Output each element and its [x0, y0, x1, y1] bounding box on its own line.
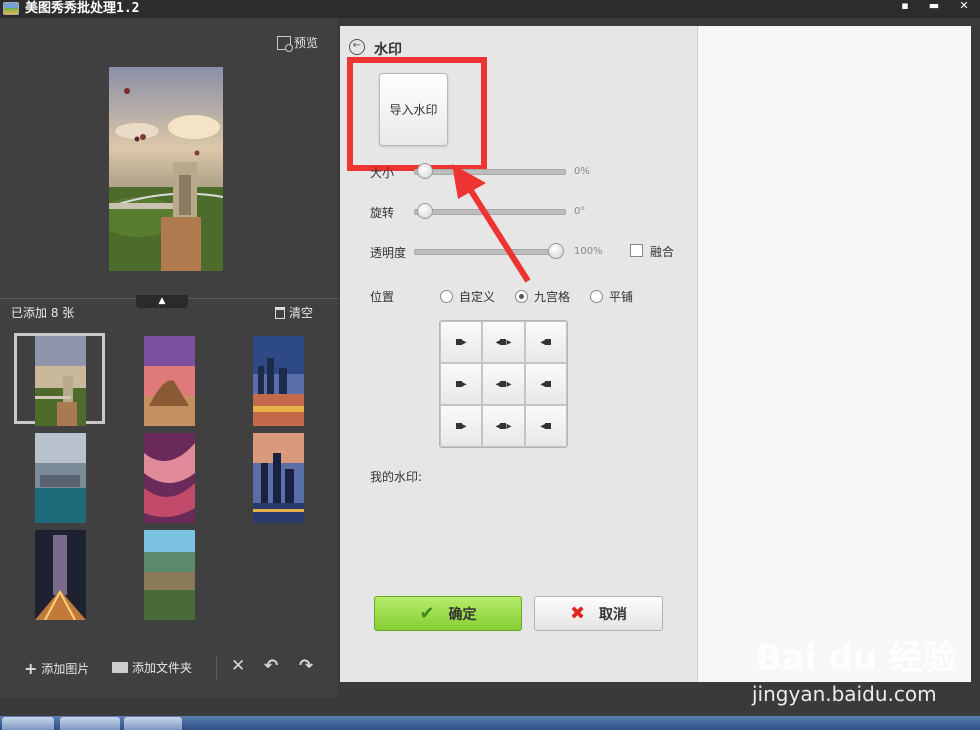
opacity-label: 透明度: [370, 246, 407, 260]
site-watermark: Bai du 经验 jingyan.baidu.com: [752, 630, 962, 710]
arrow-icon: [455, 423, 462, 429]
thumbnail-sphinx[interactable]: [144, 336, 195, 426]
add-folder-button[interactable]: 添加文件夹: [112, 659, 192, 676]
radio-nine-grid[interactable]: [515, 290, 528, 303]
window-title: 美图秀秀批处理1.2: [25, 1, 140, 16]
back-arrow-icon[interactable]: ←: [349, 39, 365, 55]
radio-custom-label: 自定义: [459, 290, 496, 304]
arrow-icon: [455, 339, 462, 345]
radio-tile-label: 平铺: [609, 290, 634, 304]
rotate-slider-knob[interactable]: [417, 203, 433, 219]
rotate-left-icon[interactable]: ↶: [264, 656, 278, 676]
grid-bottom-left[interactable]: ▸: [440, 405, 483, 447]
folder-icon: [112, 662, 128, 673]
arrow-icon: [455, 381, 462, 387]
merge-label: 融合: [650, 245, 675, 259]
plus-icon: +: [24, 659, 38, 678]
preview-label: 预览: [294, 36, 319, 50]
cancel-button[interactable]: ✖ 取消: [534, 596, 663, 631]
preview-button[interactable]: 预览: [277, 34, 319, 52]
toolbar-separator: [216, 656, 217, 680]
thumbnail-valley[interactable]: [144, 530, 195, 620]
radio-nine-grid-label: 九宫格: [534, 290, 571, 304]
check-icon: ✔: [419, 603, 435, 624]
opacity-value: 100%: [574, 246, 603, 257]
size-label: 大小: [370, 166, 395, 180]
opacity-slider-knob[interactable]: [548, 243, 564, 259]
clear-label: 清空: [289, 306, 314, 320]
close-button[interactable]: ✕: [952, 0, 976, 14]
arrow-icon: [500, 381, 507, 387]
arrow-icon: [500, 423, 507, 429]
cancel-label: 取消: [599, 606, 628, 623]
position-label: 位置: [370, 290, 395, 304]
left-panel: 预览 ▲ 已添加 8 张 清空 + 添加图片 添加文件夹 ✕ ↶ ↷: [0, 18, 338, 698]
taskbar: [0, 716, 980, 730]
baidu-url: jingyan.baidu.com: [752, 682, 937, 706]
rotate-slider-track[interactable]: [414, 209, 566, 215]
annotation-highlight-box: [347, 57, 487, 171]
taskbar-start[interactable]: [2, 717, 54, 730]
panel-title: 水印: [374, 42, 402, 58]
grid-top-left[interactable]: ▸: [440, 321, 483, 363]
radio-custom[interactable]: [440, 290, 453, 303]
merge-checkbox[interactable]: [630, 244, 643, 257]
grid-center[interactable]: ◂ ▸: [482, 363, 525, 405]
grid-middle-right[interactable]: ◂: [524, 363, 567, 405]
opacity-slider-track[interactable]: [414, 249, 556, 255]
rotate-right-icon[interactable]: ↷: [299, 656, 313, 676]
confirm-label: 确定: [448, 606, 477, 623]
size-value: 0%: [574, 166, 590, 177]
confirm-button[interactable]: ✔ 确定: [374, 596, 522, 631]
minimize-button[interactable]: ▬: [922, 0, 946, 14]
size-slider-track[interactable]: [414, 169, 566, 175]
trash-icon: [275, 306, 285, 319]
rotate-value: 0°: [574, 206, 586, 217]
title-bar: 美图秀秀批处理1.2 ▪ ▬ ✕: [0, 0, 980, 18]
close-icon: ✖: [569, 603, 586, 624]
rotate-label: 旋转: [370, 206, 395, 220]
arrow-icon: [545, 423, 552, 429]
grid-middle-left[interactable]: ▸: [440, 363, 483, 405]
size-slider-knob[interactable]: [417, 163, 433, 179]
arrow-icon: [500, 339, 507, 345]
thumbnail-harbor[interactable]: [35, 433, 86, 523]
bottom-toolbar: + 添加图片 添加文件夹 ✕ ↶ ↷: [0, 650, 338, 684]
my-watermark-label: 我的水印:: [370, 470, 423, 484]
grid-bottom-right[interactable]: ◂: [524, 405, 567, 447]
thumbnail-light-trails[interactable]: [35, 530, 86, 620]
position-grid: ▸ ◂ ▸ ◂ ▸ ◂ ▸ ◂ ▸ ◂ ▸ ◂: [439, 320, 568, 448]
preview-area: [697, 26, 971, 682]
added-count: 已添加 8 张: [11, 306, 75, 320]
grid-top-right[interactable]: ◂: [524, 321, 567, 363]
thumbnail-city-pier[interactable]: [253, 336, 304, 426]
watermark-panel: ← 水印 导入水印 大小 0% 旋转 0° 透明度 100% 融合 位置 自定义…: [340, 26, 697, 682]
delete-icon[interactable]: ✕: [231, 656, 245, 676]
grid-bottom-center[interactable]: ◂ ▸: [482, 405, 525, 447]
feedback-icon[interactable]: ▪: [893, 0, 917, 14]
app-icon: [3, 2, 19, 15]
add-image-button[interactable]: + 添加图片: [24, 659, 89, 678]
thumbnail-canyon[interactable]: [144, 433, 195, 523]
preview-image: [109, 67, 223, 271]
collapse-toggle[interactable]: ▲: [136, 295, 188, 308]
taskbar-app-2[interactable]: [124, 717, 182, 730]
preview-icon: [277, 35, 293, 52]
add-folder-label: 添加文件夹: [132, 661, 193, 675]
arrow-icon: [545, 381, 552, 387]
baidu-logo: Bai du 经验: [756, 638, 957, 678]
thumbnail-skyline[interactable]: [253, 433, 304, 523]
taskbar-app-1[interactable]: [60, 717, 120, 730]
grid-top-center[interactable]: ◂ ▸: [482, 321, 525, 363]
add-image-label: 添加图片: [41, 662, 90, 676]
clear-button[interactable]: 清空: [275, 304, 313, 321]
radio-tile[interactable]: [590, 290, 603, 303]
thumbnail-bridge[interactable]: [35, 336, 86, 426]
arrow-icon: [545, 339, 552, 345]
